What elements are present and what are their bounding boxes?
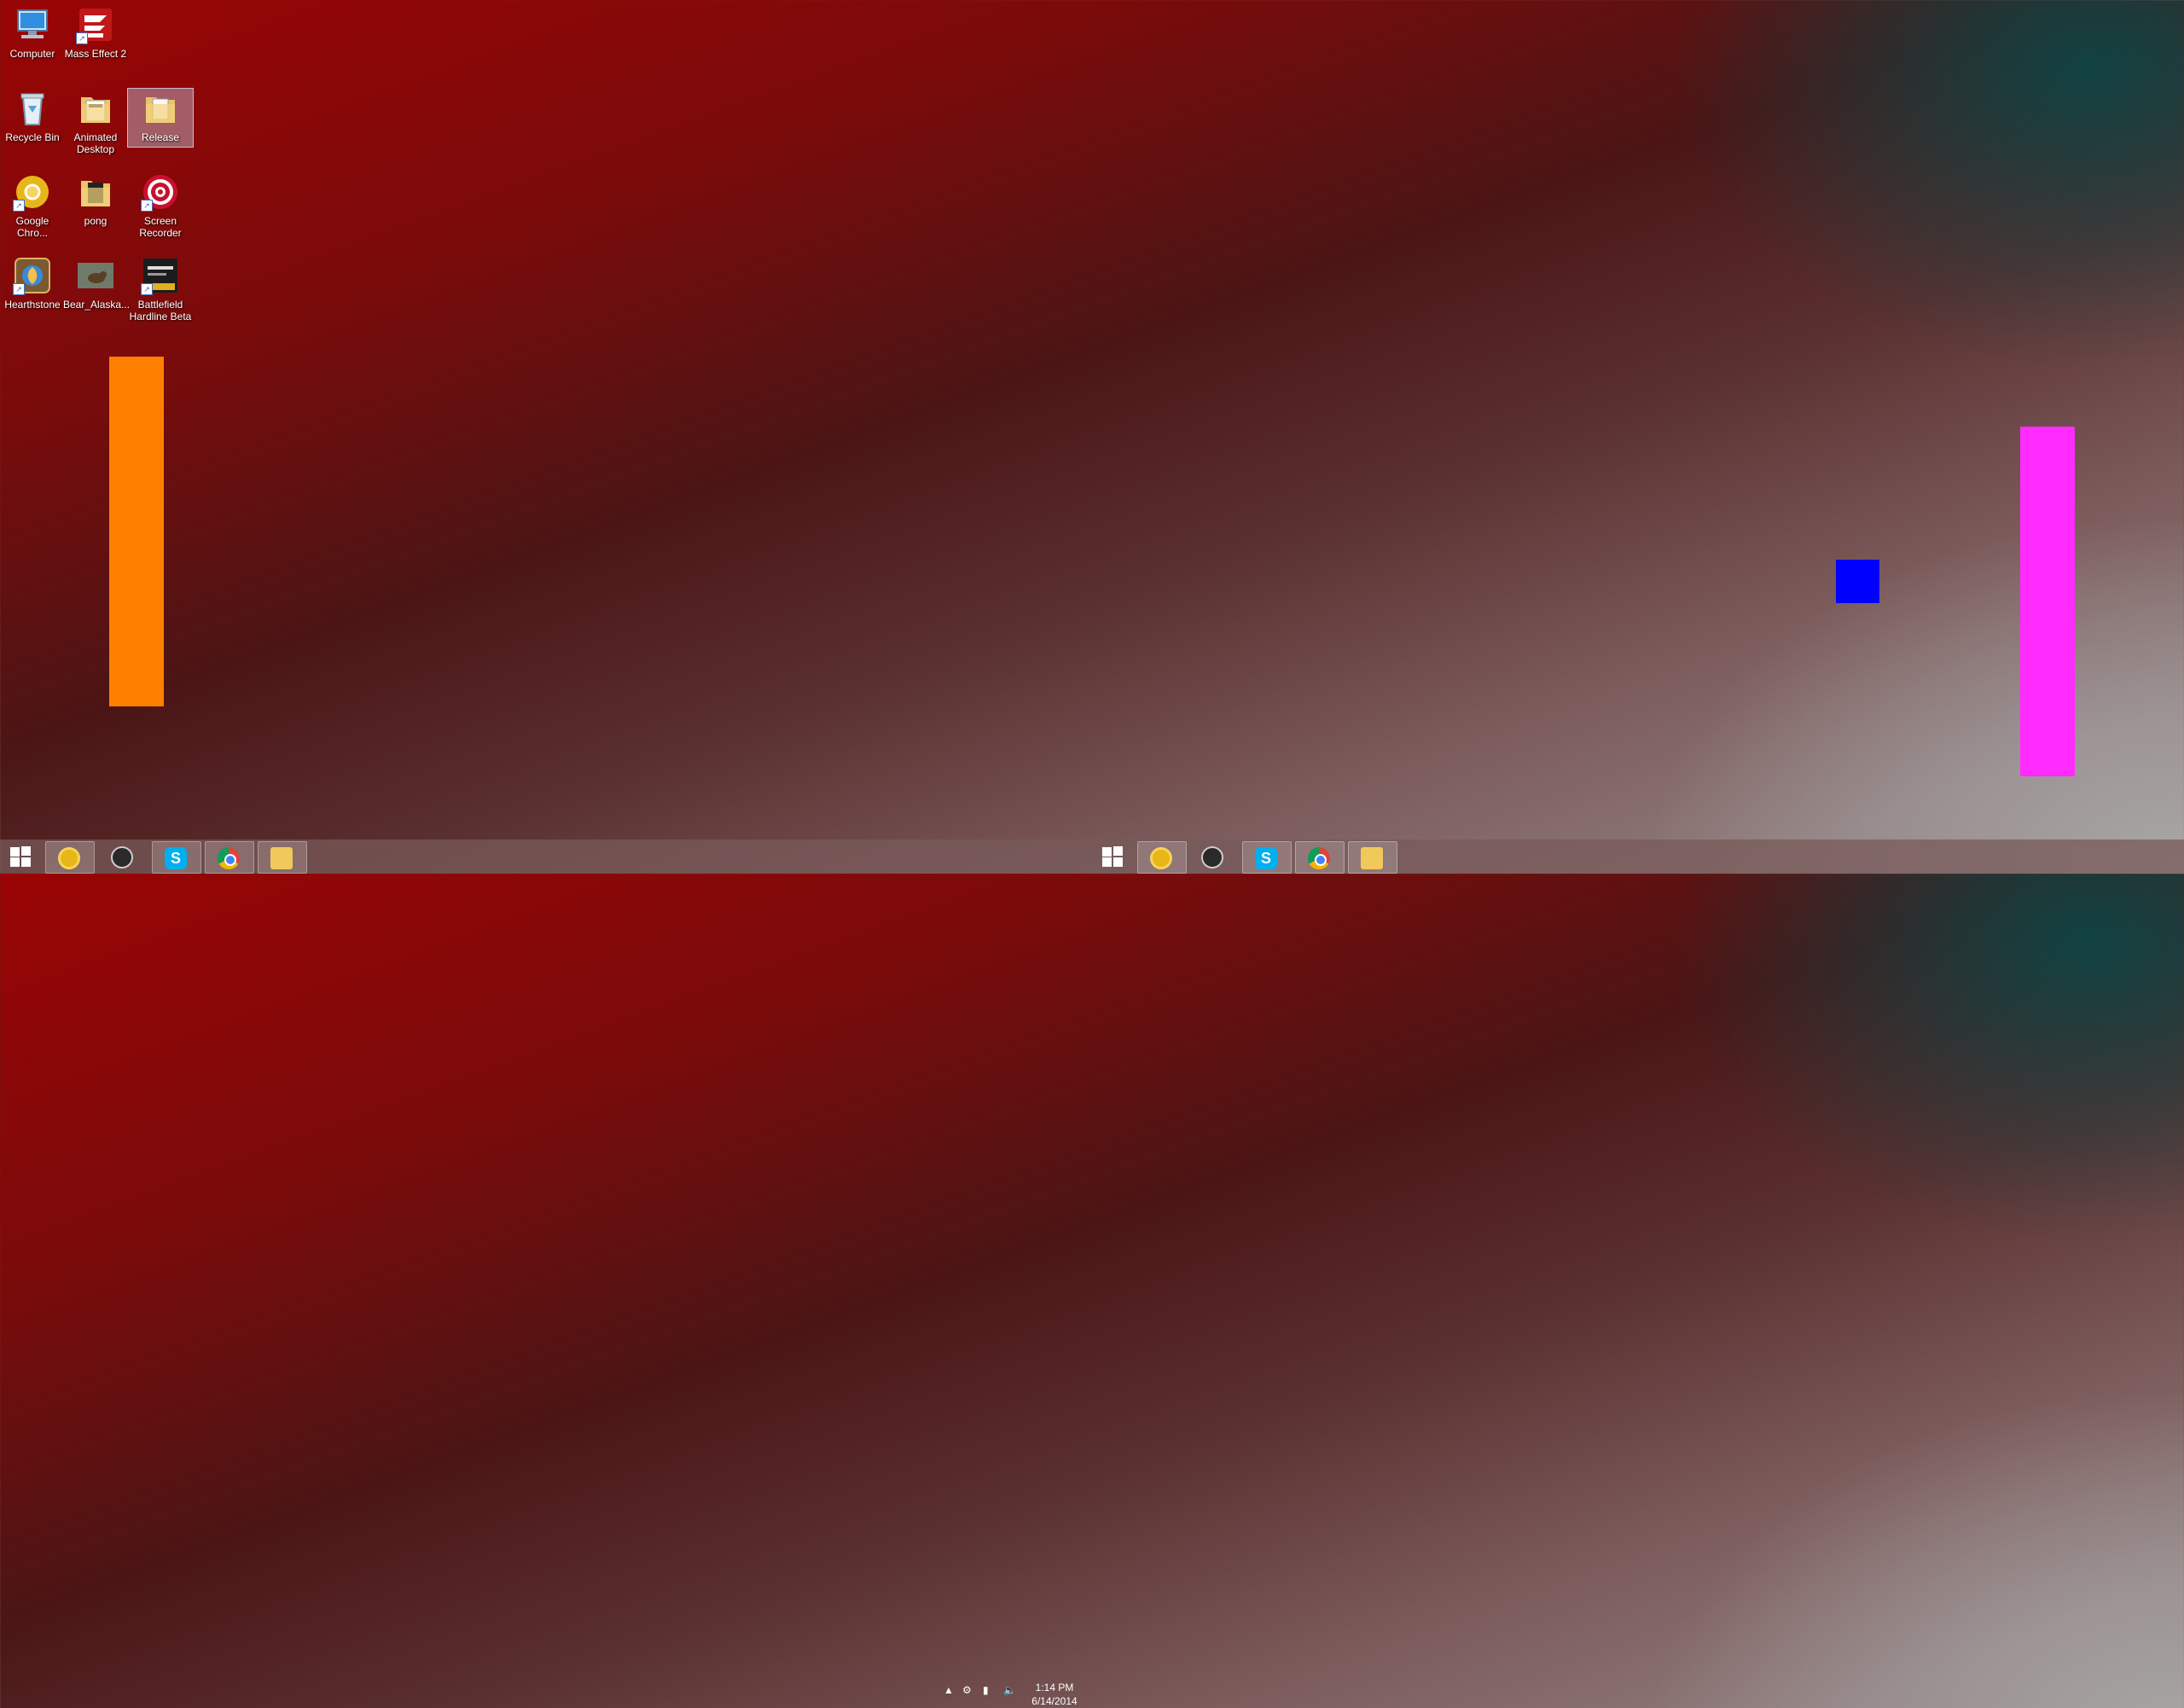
shortcut-arrow-icon: ↗ [13, 200, 25, 212]
start-button[interactable] [10, 846, 31, 867]
shortcut-arrow-icon: ↗ [141, 200, 153, 212]
skype-icon: S [165, 847, 187, 869]
steam-icon [1201, 846, 1223, 869]
clock-time: 1:14 PM [1035, 1682, 1074, 1693]
start-button-secondary[interactable] [1102, 846, 1123, 867]
icon-label: Computer [9, 48, 55, 60]
steam-icon [111, 846, 133, 869]
left-paddle [109, 357, 164, 706]
taskbar-steam-secondary[interactable] [1189, 841, 1237, 872]
taskbar-norton-secondary[interactable] [1137, 841, 1187, 874]
icon-label: Bear_Alaska... [63, 299, 131, 311]
recycle-bin-desktop-icon[interactable]: Recycle Bin [0, 89, 65, 143]
mass-effect-2-icon: ↗ [76, 5, 115, 44]
icon-label: Screen Recorder [139, 215, 182, 239]
icon-label: Recycle Bin [5, 131, 60, 143]
taskbar-norton[interactable] [45, 841, 95, 874]
image-thumbnail-icon [76, 256, 115, 295]
release-folder-icon[interactable]: Release [127, 88, 194, 148]
battlefield-icon: ↗ [141, 256, 180, 295]
icon-label: Mass Effect 2 [64, 48, 127, 60]
clock-date: 6/14/2014 [1031, 1695, 1077, 1707]
pong-ball [1836, 560, 1879, 603]
skype-icon: S [1255, 847, 1277, 869]
folder-icon [141, 89, 180, 128]
shortcut-arrow-icon: ↗ [141, 283, 153, 295]
shortcut-arrow-icon: ↗ [13, 283, 25, 295]
taskbar-skype-secondary[interactable]: S [1242, 841, 1292, 874]
taskbar-file-explorer[interactable] [258, 841, 307, 874]
folder-icon [76, 89, 115, 128]
icon-label: Release [141, 131, 180, 143]
taskbar-chrome-secondary[interactable] [1295, 841, 1345, 874]
file-explorer-icon [270, 847, 293, 869]
screen-recorder-desktop-icon[interactable]: ↗ Screen Recorder [128, 172, 193, 239]
show-hidden-icons[interactable]: ▲ [944, 1684, 954, 1696]
hearthstone-desktop-icon[interactable]: ↗ Hearthstone [0, 256, 65, 311]
taskbar: S ▲ ⚙ ▮ 🔈 1:14 PM 6/14/2014 S [0, 839, 2184, 1707]
computer-icon [13, 5, 52, 44]
desktop[interactable]: Computer ↗ Mass Effect 2 Recycle Bin Ani… [0, 0, 2184, 839]
animated-desktop-folder-icon[interactable]: Animated Desktop [63, 89, 128, 155]
mass-effect-2-desktop-icon[interactable]: ↗ Mass Effect 2 [63, 5, 128, 60]
icon-label: Battlefield Hardline Beta [129, 299, 192, 322]
norton-icon [58, 847, 80, 869]
folder-icon [76, 172, 115, 212]
icon-label: Animated Desktop [73, 131, 118, 155]
right-paddle [2020, 427, 2075, 776]
pong-folder-icon[interactable]: pong [63, 172, 128, 227]
volume-icon[interactable]: 🔈 [1003, 1684, 1016, 1696]
bear-alaska-image-icon[interactable]: Bear_Alaska... [63, 256, 131, 311]
shortcut-arrow-icon: ↗ [76, 32, 88, 44]
chrome-icon [1308, 847, 1330, 869]
clock[interactable]: 1:14 PM 6/14/2014 [1020, 1681, 1089, 1708]
icon-label: Hearthstone [4, 299, 61, 311]
screen-recorder-icon: ↗ [141, 172, 180, 212]
file-explorer-icon [1361, 847, 1383, 869]
taskbar-steam[interactable] [99, 841, 147, 872]
battlefield-hardline-beta-desktop-icon[interactable]: ↗ Battlefield Hardline Beta [128, 256, 193, 322]
chrome-icon [218, 847, 240, 869]
icon-label: pong [84, 215, 107, 227]
steam-tray-icon[interactable]: ⚙ [962, 1684, 972, 1696]
computer-desktop-icon[interactable]: Computer [0, 5, 65, 60]
chrome-canary-icon: ↗ [13, 172, 52, 212]
network-icon[interactable]: ▮ [983, 1684, 989, 1696]
google-chrome-desktop-icon[interactable]: ↗ Google Chro... [0, 172, 65, 239]
taskbar-chrome[interactable] [205, 841, 254, 874]
taskbar-file-explorer-secondary[interactable] [1348, 841, 1397, 874]
taskbar-skype[interactable]: S [152, 841, 201, 874]
icon-label: Google Chro... [15, 215, 49, 239]
hearthstone-icon: ↗ [13, 256, 52, 295]
norton-icon [1150, 847, 1172, 869]
recycle-bin-icon [13, 89, 52, 128]
